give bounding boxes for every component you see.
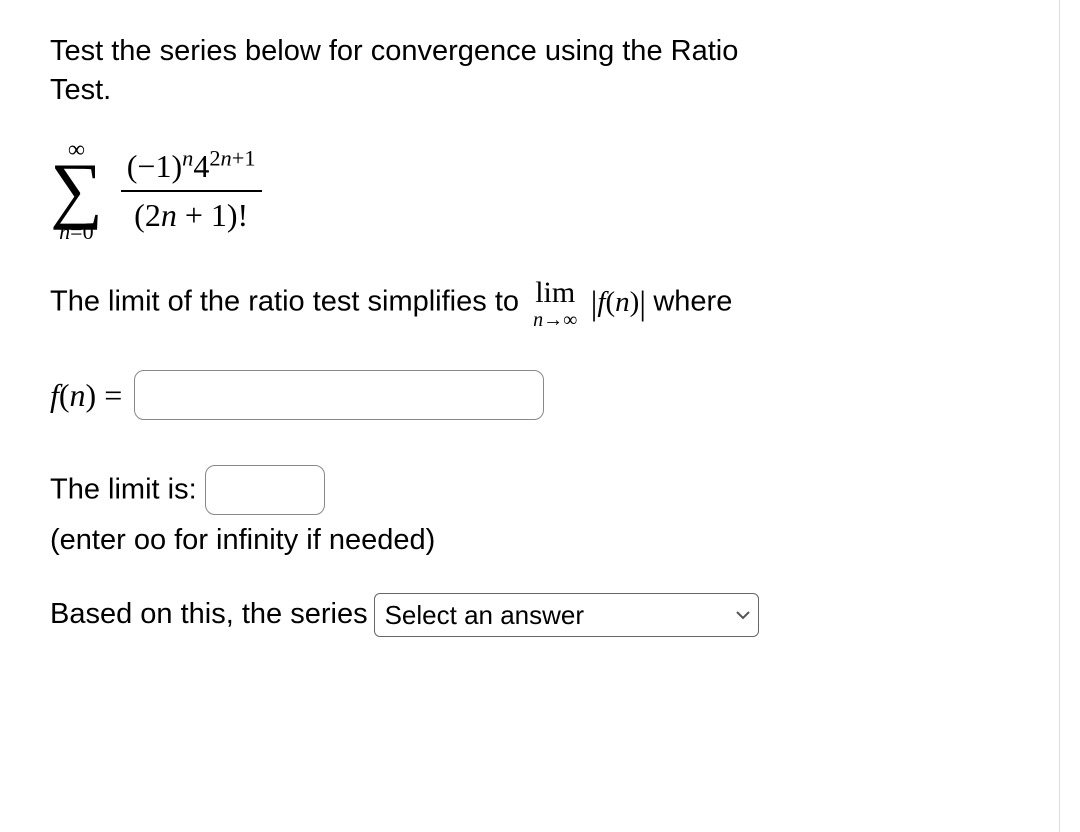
sigma-symbol: ∑ (50, 158, 103, 223)
fn-label: f(n) = (50, 374, 122, 417)
fn-input[interactable] (134, 370, 544, 420)
limit-label: The limit is: (50, 474, 205, 506)
fn-input-row: f(n) = (50, 370, 1030, 420)
series-fraction: (−1)n42n+1 (2n + 1)! (121, 143, 262, 239)
conclusion-select[interactable]: Select an answerConvergesDivergesThe Rat… (374, 593, 759, 637)
prompt-line-2: Test. (50, 74, 111, 106)
ratio-test-text: The limit of the ratio test simplifies t… (50, 278, 1030, 330)
hint-text: (enter oo for infinity if needed) (50, 521, 1030, 560)
conclusion-row: Based on this, the series Select an answ… (50, 593, 1030, 637)
fraction-denominator: (2n + 1)! (128, 192, 254, 239)
series-expression: ∞ ∑ n=0 (−1)n42n+1 (2n + 1)! (50, 138, 1030, 243)
sigma-lower-bound: n=0 (59, 221, 93, 243)
fraction-numerator: (−1)n42n+1 (121, 143, 262, 190)
limit-input[interactable] (205, 465, 325, 515)
right-divider (1059, 0, 1060, 832)
prompt-line-1: Test the series below for convergence us… (50, 35, 738, 67)
question-prompt: Test the series below for convergence us… (50, 32, 1030, 110)
sigma-block: ∞ ∑ n=0 (50, 138, 103, 243)
conclusion-label: Based on this, the series (50, 595, 368, 634)
limit-input-row: The limit is: (50, 465, 1030, 515)
limit-notation: lim n→∞ (533, 278, 577, 330)
